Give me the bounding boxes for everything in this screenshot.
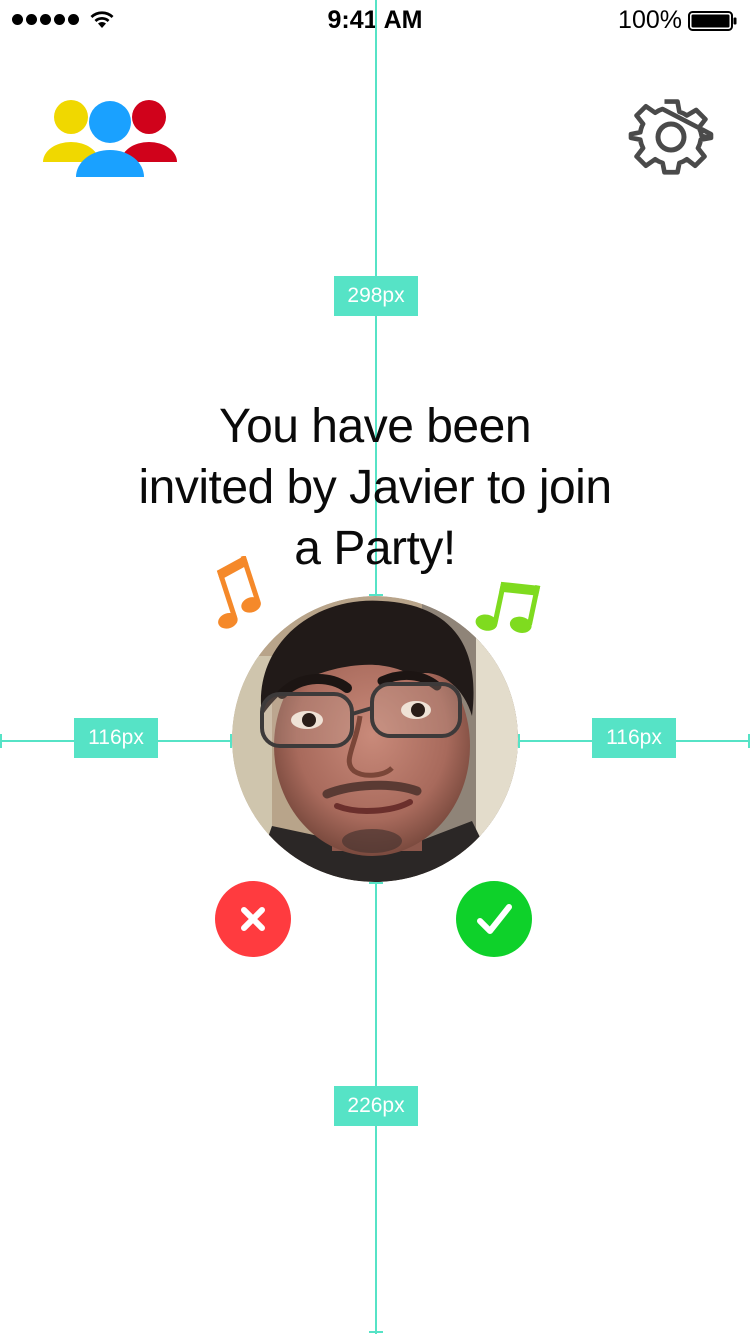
spec-tick: [369, 1331, 383, 1333]
spec-label-bottom: 226px: [334, 1086, 418, 1126]
invite-line: invited by Javier to join: [138, 461, 612, 514]
battery-icon: [688, 11, 737, 31]
invite-message: You have been invited by Javier to join …: [100, 396, 650, 579]
group-people-icon[interactable]: [42, 100, 178, 178]
profile-photo: [232, 596, 518, 882]
spec-label-top: 298px: [334, 276, 418, 316]
spec-tick: [518, 734, 520, 748]
gear-icon[interactable]: [628, 96, 714, 182]
music-note-icon: [216, 556, 261, 629]
invite-line: a Party!: [294, 522, 456, 575]
checkmark-icon: [477, 904, 512, 934]
invite-line: You have been: [218, 400, 532, 453]
decline-button[interactable]: [215, 881, 291, 957]
accept-button[interactable]: [456, 881, 532, 957]
spec-tick: [0, 734, 2, 748]
battery-percentage: 100%: [618, 6, 682, 34]
invite-screen: 9:41 AM 100% 298px 116px 116px 226px You…: [0, 0, 750, 1334]
music-note-icon: [475, 581, 541, 633]
close-icon: [241, 907, 265, 931]
spec-label-left: 116px: [74, 718, 158, 758]
spec-label-right: 116px: [592, 718, 676, 758]
spec-tick: [369, 882, 383, 884]
